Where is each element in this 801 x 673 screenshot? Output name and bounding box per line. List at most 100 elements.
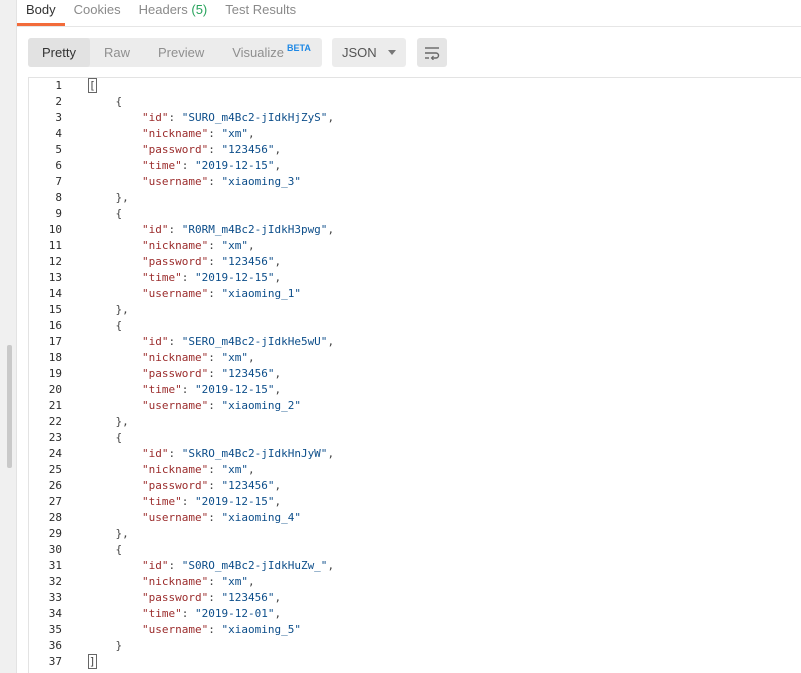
code-line: 24 "id": "SkRO_m4Bc2-jIdkHnJyW", [29,446,801,462]
line-number: 12 [48,255,62,268]
json-punctuation: { [89,95,123,108]
json-punctuation: }, [89,527,129,540]
json-punctuation: { [89,431,123,444]
json-punctuation: : [208,623,222,636]
json-punctuation: , [274,271,282,284]
json-punctuation [89,111,142,124]
code-text: "username": "xiaoming_3" [89,174,301,190]
json-punctuation: : [208,255,222,268]
json-punctuation: , [247,239,255,252]
code-line: 36 } [29,638,801,654]
line-number: 2 [55,95,62,108]
beta-badge: BETA [287,43,311,53]
code-text: "time": "2019-12-01", [89,606,281,622]
code-line: 27 "time": "2019-12-15", [29,494,801,510]
json-value: "xm" [221,239,248,252]
json-punctuation [89,559,142,572]
line-number: 25 [48,463,62,476]
tab-test-results[interactable]: Test Results [216,0,305,26]
line-number: 30 [48,543,62,556]
code-line: 13 "time": "2019-12-15", [29,270,801,286]
json-punctuation: , [274,495,282,508]
sidebar-scrollbar[interactable] [7,345,12,468]
json-punctuation: } [89,639,123,652]
raw-button[interactable]: Raw [90,38,144,67]
json-punctuation: : [208,287,222,300]
code-text: "password": "123456", [89,590,281,606]
format-value: JSON [342,45,377,60]
line-number: 23 [48,431,62,444]
json-key: "nickname" [141,351,209,364]
json-punctuation [89,255,142,268]
format-dropdown[interactable]: JSON [332,38,406,67]
json-punctuation: : [208,479,222,492]
json-value: "2019-12-15" [194,271,275,284]
code-text: "username": "xiaoming_2" [89,398,301,414]
line-number: 31 [48,559,62,572]
code-line: 6 "time": "2019-12-15", [29,158,801,174]
json-punctuation [89,607,142,620]
json-punctuation: : [208,143,222,156]
json-key: "password" [141,479,209,492]
code-line: 31 "id": "S0RO_m4Bc2-jIdkHuZw_", [29,558,801,574]
code-text: "nickname": "xm", [89,574,255,590]
line-number: 29 [48,527,62,540]
response-panel: Body Cookies Headers (5) Test Results Pr… [0,0,801,673]
wrap-lines-button[interactable] [417,38,447,67]
json-punctuation: }, [89,415,129,428]
json-punctuation: , [274,255,282,268]
json-key: "username" [141,175,209,188]
code-text: "nickname": "xm", [89,126,255,142]
line-number: 37 [48,655,62,668]
json-punctuation: , [327,447,335,460]
json-punctuation: : [168,335,182,348]
visualize-label: Visualize [232,45,285,60]
code-text: [ [88,78,97,94]
code-text: "password": "123456", [89,478,281,494]
json-value: "SERO_m4Bc2-jIdkHe5wU" [181,335,328,348]
visualize-button[interactable]: Visualize BETA [218,38,325,67]
json-punctuation: , [274,143,282,156]
json-value: "SkRO_m4Bc2-jIdkHnJyW" [181,447,328,460]
json-punctuation: : [181,271,195,284]
json-punctuation: : [208,367,222,380]
json-punctuation [89,335,142,348]
code-line: 32 "nickname": "xm", [29,574,801,590]
tab-body[interactable]: Body [17,0,65,26]
wrap-lines-icon [425,46,440,60]
code-line: 23 { [29,430,801,446]
line-number: 14 [48,287,62,300]
preview-button[interactable]: Preview [144,38,218,67]
tab-cookies[interactable]: Cookies [65,0,130,26]
code-line: 35 "username": "xiaoming_5" [29,622,801,638]
code-text: "nickname": "xm", [89,462,255,478]
code-text: { [89,94,122,110]
code-text: }, [89,302,128,318]
line-number: 34 [48,607,62,620]
json-punctuation: , [247,127,255,140]
code-line: 25 "nickname": "xm", [29,462,801,478]
json-punctuation: , [327,335,335,348]
code-line: 30 { [29,542,801,558]
json-punctuation [89,143,142,156]
json-punctuation: , [274,479,282,492]
json-key: "time" [141,159,182,172]
json-punctuation: , [274,383,282,396]
tab-headers[interactable]: Headers (5) [130,0,217,26]
json-punctuation: [ [88,78,97,93]
json-key: "id" [141,447,169,460]
pretty-button[interactable]: Pretty [28,38,90,67]
tab-body-label: Body [26,2,56,17]
json-key: "username" [141,399,209,412]
line-number: 5 [55,143,62,156]
code-line: 26 "password": "123456", [29,478,801,494]
line-number: 35 [48,623,62,636]
code-text: "id": "S0RO_m4Bc2-jIdkHuZw_", [89,558,334,574]
code-text: "time": "2019-12-15", [89,270,281,286]
json-code-editor[interactable]: 1[2 {3 "id": "SURO_m4Bc2-jIdkHjZyS", 4 "n… [28,77,801,673]
json-value: "xiaoming_4" [221,511,301,524]
sidebar-edge [0,0,17,673]
line-number: 4 [55,127,62,140]
json-punctuation: { [89,207,123,220]
json-key: "nickname" [141,575,209,588]
